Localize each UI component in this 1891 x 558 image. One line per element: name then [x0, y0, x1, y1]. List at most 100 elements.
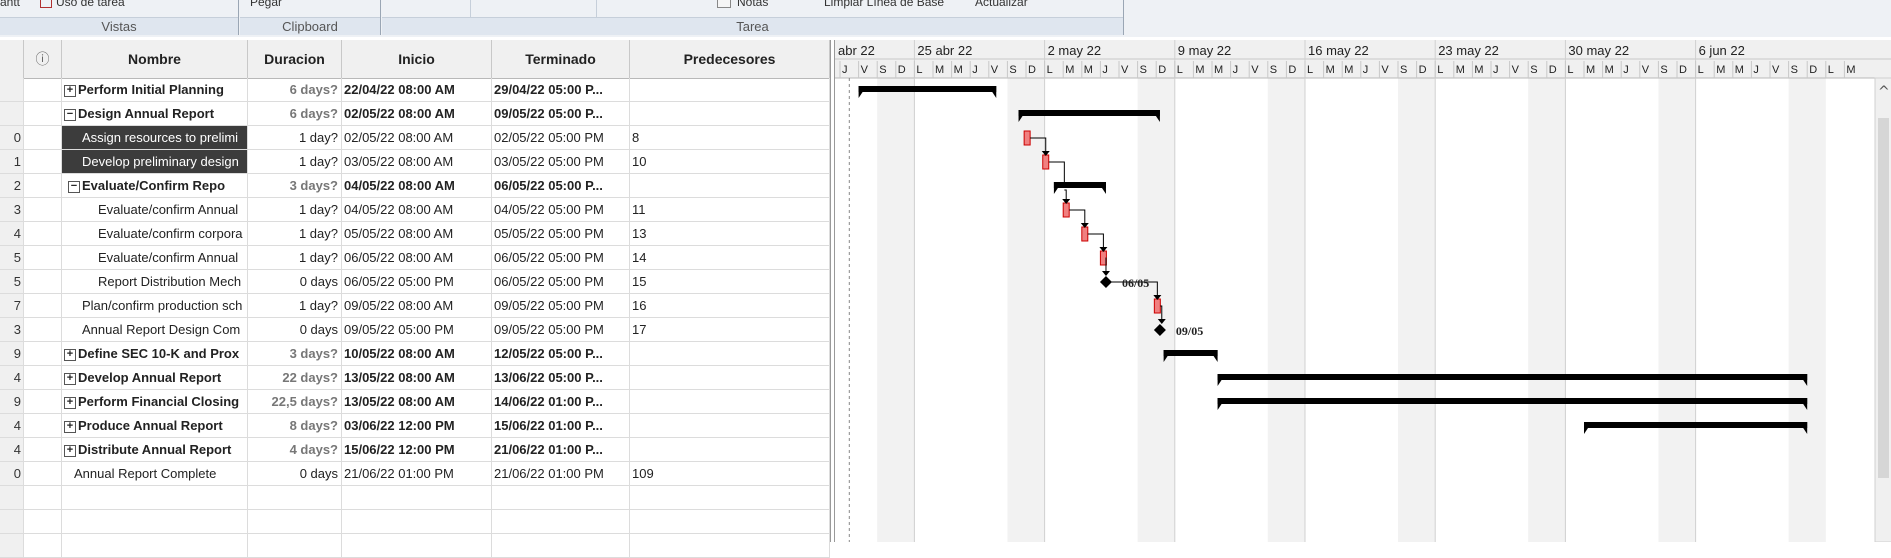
row-id-cell[interactable]: 7	[0, 294, 24, 317]
empty-cell[interactable]	[0, 510, 24, 533]
table-row[interactable]: 1Develop preliminary design1 day?03/05/2…	[0, 150, 830, 174]
row-id-cell[interactable]: 3	[0, 318, 24, 341]
table-row[interactable]: 4+Distribute Annual Report4 days?15/06/2…	[0, 438, 830, 462]
row-info-cell[interactable]	[24, 390, 62, 413]
table-row[interactable]: 5Report Distribution Mech0 days06/05/22 …	[0, 270, 830, 294]
row-info-cell[interactable]	[24, 126, 62, 149]
empty-cell[interactable]	[630, 534, 830, 557]
scroll-up-icon[interactable]: ^	[1878, 84, 1890, 100]
start-cell[interactable]: 21/06/22 01:00 PM	[342, 462, 492, 485]
end-cell[interactable]: 13/06/22 05:00 P...	[492, 366, 630, 389]
row-id-cell[interactable]	[0, 78, 24, 101]
duration-cell[interactable]: 1 day?	[248, 150, 342, 173]
task-bar[interactable]	[1043, 155, 1049, 169]
start-cell[interactable]: 10/05/22 08:00 AM	[342, 342, 492, 365]
task-bar[interactable]	[1154, 299, 1160, 313]
row-id-cell[interactable]: 0	[0, 126, 24, 149]
header-duration[interactable]: Duracion	[248, 40, 342, 78]
header-start[interactable]: Inicio	[342, 40, 492, 78]
empty-cell[interactable]	[248, 486, 342, 509]
table-row[interactable]: +Perform Initial Planning6 days?22/04/22…	[0, 78, 830, 102]
start-cell[interactable]: 22/04/22 08:00 AM	[342, 78, 492, 101]
empty-table-row[interactable]	[0, 510, 830, 534]
task-bar[interactable]	[1024, 131, 1030, 145]
empty-cell[interactable]	[0, 534, 24, 557]
duration-cell[interactable]: 1 day?	[248, 198, 342, 221]
expand-icon[interactable]: +	[64, 445, 76, 457]
duration-cell[interactable]: 8 days?	[248, 414, 342, 437]
empty-cell[interactable]	[248, 510, 342, 533]
header-name[interactable]: Nombre	[62, 40, 248, 78]
predecessors-cell[interactable]	[630, 102, 830, 125]
predecessors-cell[interactable]	[630, 438, 830, 461]
empty-cell[interactable]	[24, 486, 62, 509]
empty-cell[interactable]	[248, 534, 342, 557]
end-cell[interactable]: 02/05/22 05:00 PM	[492, 126, 630, 149]
task-name-cell[interactable]: +Define SEC 10-K and Prox	[62, 342, 248, 365]
row-id-cell[interactable]: 3	[0, 198, 24, 221]
start-cell[interactable]: 04/05/22 08:00 AM	[342, 174, 492, 197]
row-info-cell[interactable]	[24, 222, 62, 245]
task-name-cell[interactable]: Evaluate/confirm Annual	[62, 198, 248, 221]
empty-cell[interactable]	[342, 486, 492, 509]
empty-cell[interactable]	[492, 534, 630, 557]
empty-table-row[interactable]	[0, 486, 830, 510]
row-id-cell[interactable]: 4	[0, 414, 24, 437]
start-cell[interactable]: 13/05/22 08:00 AM	[342, 366, 492, 389]
row-id-cell[interactable]: 4	[0, 438, 24, 461]
update-button[interactable]: Actualizar	[975, 0, 1028, 9]
row-info-cell[interactable]	[24, 270, 62, 293]
predecessors-cell[interactable]	[630, 414, 830, 437]
start-cell[interactable]: 02/05/22 08:00 AM	[342, 102, 492, 125]
table-row[interactable]: 9+Perform Financial Closing22,5 days?13/…	[0, 390, 830, 414]
predecessors-cell[interactable]: 10	[630, 150, 830, 173]
header-id[interactable]	[0, 40, 24, 78]
start-cell[interactable]: 09/05/22 08:00 AM	[342, 294, 492, 317]
end-cell[interactable]: 06/05/22 05:00 PM	[492, 246, 630, 269]
predecessors-cell[interactable]: 13	[630, 222, 830, 245]
duration-cell[interactable]: 22 days?	[248, 366, 342, 389]
row-id-cell[interactable]: 4	[0, 366, 24, 389]
duration-cell[interactable]: 1 day?	[248, 126, 342, 149]
row-id-cell[interactable]: 4	[0, 222, 24, 245]
empty-cell[interactable]	[630, 486, 830, 509]
empty-cell[interactable]	[24, 534, 62, 557]
predecessors-cell[interactable]: 15	[630, 270, 830, 293]
row-id-cell[interactable]: 0	[0, 462, 24, 485]
end-cell[interactable]: 09/05/22 05:00 PM	[492, 294, 630, 317]
empty-table-row[interactable]	[0, 534, 830, 558]
task-name-cell[interactable]: Annual Report Design Com	[62, 318, 248, 341]
task-name-cell[interactable]: +Produce Annual Report	[62, 414, 248, 437]
row-info-cell[interactable]	[24, 342, 62, 365]
predecessors-cell[interactable]: 11	[630, 198, 830, 221]
task-name-cell[interactable]: +Distribute Annual Report	[62, 438, 248, 461]
duration-cell[interactable]: 6 days?	[248, 78, 342, 101]
row-info-cell[interactable]	[24, 318, 62, 341]
row-info-cell[interactable]	[24, 246, 62, 269]
row-info-cell[interactable]	[24, 438, 62, 461]
table-row[interactable]: 2−Evaluate/Confirm Repo3 days?04/05/22 0…	[0, 174, 830, 198]
empty-cell[interactable]	[630, 510, 830, 533]
start-cell[interactable]: 03/06/22 12:00 PM	[342, 414, 492, 437]
end-cell[interactable]: 03/05/22 05:00 PM	[492, 150, 630, 173]
table-row[interactable]: 9+Define SEC 10-K and Prox3 days?10/05/2…	[0, 342, 830, 366]
row-info-cell[interactable]	[24, 78, 62, 101]
end-cell[interactable]: 14/06/22 01:00 P...	[492, 390, 630, 413]
predecessors-cell[interactable]	[630, 390, 830, 413]
task-name-cell[interactable]: Evaluate/confirm Annual	[62, 246, 248, 269]
duration-cell[interactable]: 3 days?	[248, 174, 342, 197]
end-cell[interactable]: 21/06/22 01:00 PM	[492, 462, 630, 485]
duration-cell[interactable]: 22,5 days?	[248, 390, 342, 413]
empty-cell[interactable]	[342, 534, 492, 557]
row-id-cell[interactable]: 1	[0, 150, 24, 173]
predecessors-cell[interactable]: 16	[630, 294, 830, 317]
duration-cell[interactable]: 1 day?	[248, 222, 342, 245]
start-cell[interactable]: 06/05/22 05:00 PM	[342, 270, 492, 293]
start-cell[interactable]: 06/05/22 08:00 AM	[342, 246, 492, 269]
task-name-cell[interactable]: +Perform Initial Planning	[62, 78, 248, 101]
row-id-cell[interactable]: 5	[0, 270, 24, 293]
row-info-cell[interactable]	[24, 198, 62, 221]
table-row[interactable]: 5Evaluate/confirm Annual1 day?06/05/22 0…	[0, 246, 830, 270]
predecessors-cell[interactable]: 8	[630, 126, 830, 149]
empty-cell[interactable]	[492, 510, 630, 533]
